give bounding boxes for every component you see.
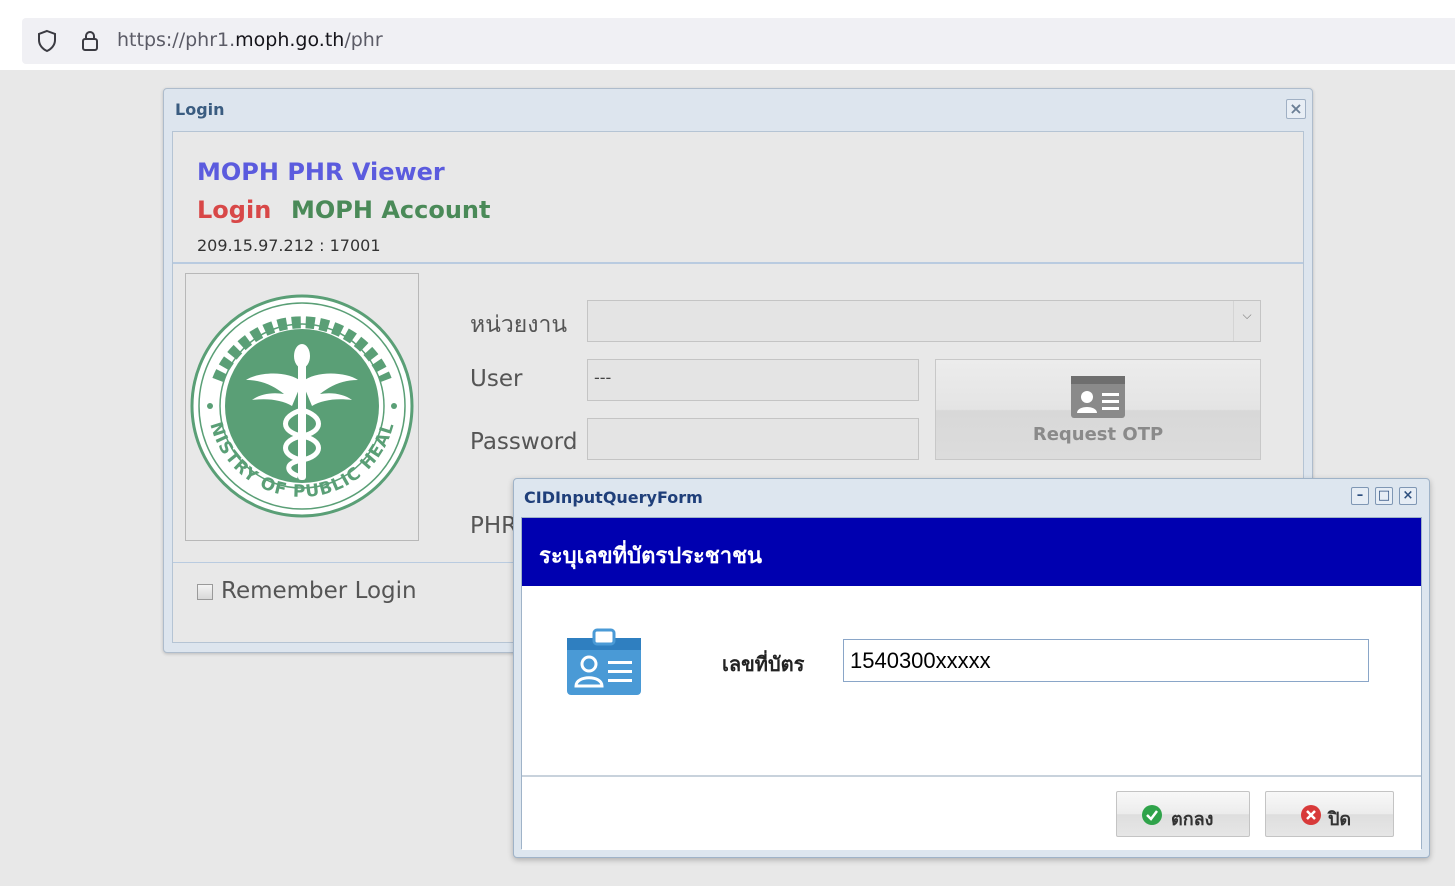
ok-button[interactable]: ตกลง (1116, 791, 1250, 837)
dialog-footer: ตกลง ปิด (522, 775, 1421, 850)
chevron-down-icon[interactable]: ⌵ (1233, 301, 1260, 341)
cid-input-dialog: CIDInputQueryForm – □ × ระบุเลขที่บัตรปร… (513, 478, 1430, 858)
password-input[interactable] (587, 418, 919, 460)
address-bar[interactable]: https://phr1.moph.go.th/phr (22, 18, 1455, 64)
dialog-title: CIDInputQueryForm (524, 488, 703, 507)
account-label: MOPH Account (291, 196, 491, 224)
minimize-icon[interactable]: – (1351, 487, 1369, 505)
password-label: Password (470, 429, 578, 455)
user-input[interactable]: --- (587, 359, 919, 401)
close-icon[interactable]: × (1399, 487, 1417, 505)
request-otp-button[interactable]: Request OTP (935, 359, 1261, 460)
cancel-icon (1301, 805, 1321, 825)
agency-label: หน่วยงาน (470, 312, 568, 338)
request-otp-label: Request OTP (1032, 424, 1164, 445)
remember-label: Remember Login (221, 578, 417, 604)
dialog-body: ระบุเลขที่บัตรประชาชน เลขที่บัตร 1540300… (521, 517, 1422, 850)
logo-box: MINISTRY OF PUBLIC HEALTH (185, 273, 419, 541)
remember-checkbox[interactable] (197, 584, 213, 600)
agency-select[interactable]: ⌵ (587, 300, 1261, 342)
id-card-icon (567, 628, 641, 695)
login-header: MOPH PHR Viewer Login MOPH Account 209.1… (173, 132, 1303, 264)
phr-label: PHR (470, 513, 518, 539)
id-number-input[interactable]: 1540300xxxxx (843, 639, 1369, 682)
maximize-icon[interactable]: □ (1375, 487, 1393, 505)
server-address: 209.15.97.212 : 17001 (197, 236, 381, 255)
check-icon (1142, 805, 1162, 825)
app-title: MOPH PHR Viewer (197, 158, 445, 186)
close-icon[interactable]: × (1286, 99, 1306, 119)
banner-text: ระบุเลขที่บัตรประชาชน (539, 544, 763, 569)
ok-label: ตกลง (1171, 809, 1214, 830)
window-title: Login (175, 100, 225, 119)
user-label: User (470, 366, 523, 392)
browser-toolbar: https://phr1.moph.go.th/phr (0, 0, 1455, 70)
moph-seal-icon: MINISTRY OF PUBLIC HEALTH (188, 290, 414, 518)
dialog-banner: ระบุเลขที่บัตรประชาชน (522, 518, 1421, 586)
login-label: Login (197, 196, 272, 224)
close-label: ปิด (1328, 809, 1352, 830)
id-card-icon (1071, 376, 1125, 418)
id-number-label: เลขที่บัตร (722, 652, 805, 676)
shield-icon[interactable] (34, 28, 60, 58)
lock-icon[interactable] (77, 28, 103, 58)
url-text[interactable]: https://phr1.moph.go.th/phr (117, 29, 383, 51)
close-button[interactable]: ปิด (1265, 791, 1394, 837)
